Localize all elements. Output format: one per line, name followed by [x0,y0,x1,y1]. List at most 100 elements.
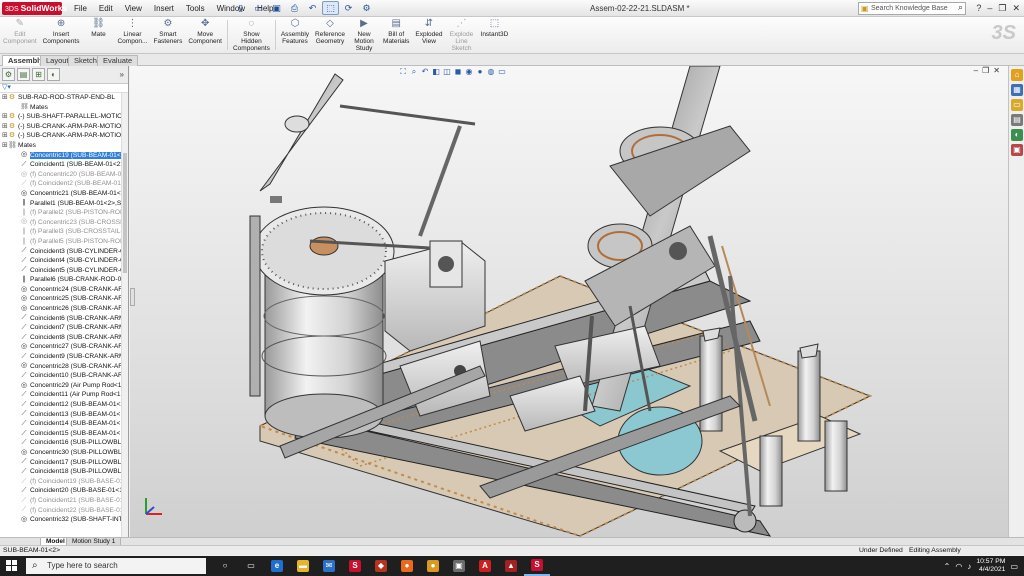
tree-item[interactable]: ◎ Concentric26 (SUB-CRANK-ARM [0,304,128,314]
rebuild-icon[interactable]: ⟳ [340,1,357,15]
tree-item[interactable]: ◎ Concentric30 (SUB-PILLOWBLC [0,448,128,458]
tree-item[interactable]: ⟋ Coincident12 (SUB-BEAM-01<2 [0,400,128,410]
tree-item[interactable]: ⊞ ⚙ SUB-RAD-ROD-STRAP-END-BL [0,93,128,103]
graphics-area[interactable]: ⛶ ⌕ ↶ ◧ ◫ ◼ ◉ ● ◍ ▭ –❐✕ [130,66,1008,537]
expand-icon[interactable]: ⊞ [2,122,8,132]
options-icon[interactable]: ⚙ [358,1,375,15]
menu-view[interactable]: View [119,0,148,17]
expand-icon[interactable]: ⊞ [2,141,8,151]
tree-item[interactable]: ⟋ Coincident16 (SUB-PILLOWBLC [0,438,128,448]
tree-item[interactable]: ⟋ Coincident4 (SUB-CYLINDER-0 [0,256,128,266]
configuration-manager-icon[interactable]: ⊞ [32,68,45,81]
tree-item[interactable]: ⊞ ⚙ (-) SUB-CRANK-ARM-PAR-MOTIO [0,131,128,141]
tree-item[interactable]: ∥ (f) Parallel2 (SUB-PISTON-ROD [0,208,128,218]
smart-fasteners-button[interactable]: ⚙ Smart Fasteners [150,17,185,53]
undo-icon[interactable]: ↶ [304,1,321,15]
scene-icon[interactable]: ◍ [486,67,496,77]
taskbar-app[interactable]: ▬ [290,556,316,576]
search-icon[interactable]: ⌕ [958,2,963,13]
notifications-icon[interactable]: ▭ [1010,562,1018,571]
view-orientation-icon[interactable]: ◫ [442,67,452,77]
tree-item[interactable]: ⟋ (f) Coincident21 (SUB-BASE-01 [0,496,128,506]
close-icon[interactable]: ✕ [1012,0,1020,17]
menu-edit[interactable]: Edit [93,0,119,17]
viewport-window-controls[interactable]: –❐✕ [974,66,1004,75]
appearances-icon[interactable]: ◐ [1011,129,1023,141]
network-icon[interactable]: ◠ [955,562,962,571]
previous-view-icon[interactable]: ↶ [420,67,430,77]
restore-icon[interactable]: ❐ [998,0,1006,17]
taskbar-app[interactable]: A [472,556,498,576]
panel-resize-handle[interactable] [130,288,135,306]
tree-item[interactable]: ∥ Parallel6 (SUB-CRANK-ROD-01 [0,275,128,285]
tree-item[interactable]: ⟋ Coincident8 (SUB-CRANK-ARM [0,333,128,343]
select-icon[interactable]: ⬚ [322,1,339,15]
tree-item[interactable]: ⟋ Coincident3 (SUB-CYLINDER-0 [0,247,128,257]
tree-item[interactable]: ∥ (f) Parallel3 (SUB-CROSSTAIL-0 [0,227,128,237]
tree-item[interactable]: ⟋ Coincident14 (SUB-BEAM-01< [0,419,128,429]
minimize-icon[interactable]: – [987,0,992,17]
expand-icon[interactable]: ⊞ [2,93,8,103]
move-component-button[interactable]: ✥ Move Component [185,17,225,53]
tree-item[interactable]: ◎ (f) Concentric23 (SUB-CROSSH [0,218,128,228]
taskbar-app[interactable]: ▭ [238,556,264,576]
taskbar-app[interactable]: e [264,556,290,576]
open-icon[interactable]: ▭ [250,1,267,15]
taskbar-app[interactable]: ▣ [446,556,472,576]
assembly-features-button[interactable]: ⬡ Assembly Features [278,17,312,53]
tree-item[interactable]: ⊞ ⛓Mates [0,141,128,151]
property-manager-icon[interactable]: ▤ [17,68,30,81]
edit-appearance-icon[interactable]: ● [475,67,485,77]
tree-item[interactable]: ◎ Concentric25 (SUB-CRANK-ARM [0,294,128,304]
new-motion-study-button[interactable]: ▶ New Motion Study [348,17,380,53]
new-icon[interactable]: ▯ [232,1,249,15]
tree-item[interactable]: ◎ Concentric21 (SUB-BEAM-01<> [0,189,128,199]
tree-item[interactable]: ⟋ Coincident17 (SUB-PILLOWBLC [0,458,128,468]
print-icon[interactable]: ⎙ [286,1,303,15]
scrollbar-thumb[interactable] [123,153,127,273]
tree-item[interactable]: ∥ (f) Parallel5 (SUB-PISTON-ROD [0,237,128,247]
insert-components-button[interactable]: ⊕ Insert Components [40,17,83,53]
zoom-to-fit-icon[interactable]: ⛶ [398,67,408,77]
expand-icon[interactable]: ⊞ [2,131,8,141]
clock[interactable]: 10:57 PM 4/4/2021 [976,558,1005,574]
assembly-model[interactable] [130,66,1008,537]
tree-item[interactable]: ⛓Mates [0,103,128,113]
tree-item[interactable]: ◎ Concentric24 (SUB-CRANK-ARM [0,285,128,295]
taskbar-app[interactable]: ○ [212,556,238,576]
taskbar-app[interactable]: ◆ [368,556,394,576]
show-hidden-button[interactable]: ◌ Show Hidden Components [230,17,273,53]
file-explorer-icon[interactable]: ▭ [1011,99,1023,111]
linear-pattern-button[interactable]: ⋮ Linear Compon... [114,17,150,53]
tree-item[interactable]: ⟋ Coincident5 (SUB-CYLINDER-0 [0,266,128,276]
mate-button[interactable]: ⛓ Mate [82,17,114,53]
design-library-icon[interactable]: ▦ [1011,84,1023,96]
exploded-view-button[interactable]: ⇵ Exploded View [412,17,445,53]
bill-of-materials-button[interactable]: ▤ Bill of Materials [380,17,412,53]
taskbar-search[interactable]: ⌕ Type here to search [26,558,206,574]
tree-item[interactable]: ⟋ Coincident20 (SUB-BASE-01<1 [0,486,128,496]
taskbar-app[interactable]: S [524,556,550,576]
tree-item[interactable]: ⟋ Coincident11 (Air Pump Rod<1 [0,390,128,400]
menu-tools[interactable]: Tools [180,0,211,17]
instant3d-button[interactable]: ⬚ Instant3D [478,17,512,53]
taskbar-app[interactable]: ● [394,556,420,576]
windows-start-icon[interactable] [6,560,18,572]
tree-item[interactable]: ◎ Concentric32 (SUB-SHAFT-INT [0,515,128,525]
volume-icon[interactable]: ♪ [967,562,971,571]
custom-properties-icon[interactable]: ▣ [1011,144,1023,156]
explode-line-sketch-button[interactable]: ⋰ Explode Line Sketch [446,17,478,53]
tree-item[interactable]: ⟋ Coincident7 (SUB-CRANK-ARM [0,323,128,333]
tree-filter-icon[interactable]: ▽▾ [0,84,128,93]
hide-show-icon[interactable]: ◉ [464,67,474,77]
chevron-up-icon[interactable]: ⌃ [944,562,951,571]
tree-item[interactable]: ⟋ Coincident18 (SUB-PILLOWBLC [0,467,128,477]
tree-item[interactable]: ◎ Concentric27 (SUB-CRANK-ARM [0,342,128,352]
tree-item[interactable]: ⟋ Coincident1 (SUB-BEAM-01<2> [0,160,128,170]
save-icon[interactable]: ▣ [268,1,285,15]
tree-item[interactable]: ⟋ Coincident15 (SUB-BEAM-01< [0,429,128,439]
menu-insert[interactable]: Insert [148,0,180,17]
tree-item[interactable]: ◎ (f) Concentric20 (SUB-BEAM-01 [0,170,128,180]
tree-item[interactable]: ⟋ (f) Coincident2 (SUB-BEAM-01< [0,179,128,189]
tree-item[interactable]: ⟋ Coincident13 (SUB-BEAM-01< [0,410,128,420]
